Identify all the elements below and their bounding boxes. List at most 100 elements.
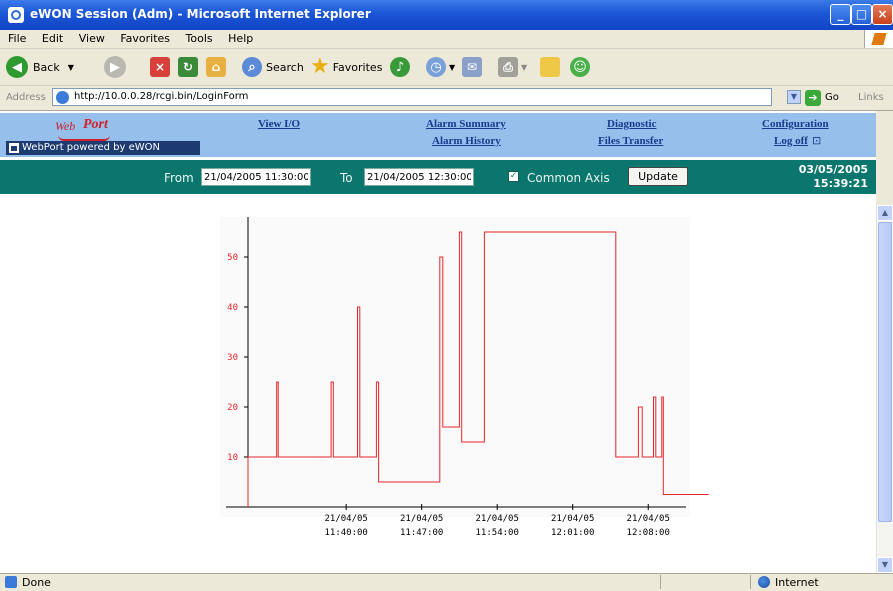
back-dropdown-icon[interactable]: ▼ [68,63,74,72]
refresh-button[interactable]: ↻ [178,55,198,79]
mail-button[interactable]: ✉ [462,55,482,79]
menu-help[interactable]: Help [228,30,253,48]
messenger-icon: ☺ [570,57,590,77]
go-button[interactable]: Go [825,92,839,103]
nav-configuration[interactable]: Configuration [762,118,829,130]
scroll-down-icon[interactable]: ▼ [877,557,893,573]
windows-logo-icon [864,30,893,48]
to-input[interactable] [364,168,474,186]
y-tick-label: 40 [227,303,238,313]
minimize-button[interactable]: _ [830,4,851,25]
history-icon: ◷ [426,57,446,77]
history-chart: 10 20 30 40 50 21/04/05 11:40:00 21/04/05 11:47… [220,217,709,538]
history-button[interactable]: ◷ ▼ [426,55,455,79]
close-button[interactable]: × [872,4,893,25]
links-button[interactable]: Links [858,92,884,103]
status-separator [660,575,661,589]
x-tick-time-label: 12:01:00 [551,528,594,538]
ie-app-icon [8,7,24,23]
common-axis-label: Common Axis [527,171,610,185]
home-icon [9,143,19,153]
menu-edit[interactable]: Edit [42,30,63,48]
x-tick-time-label: 11:40:00 [324,528,367,538]
print-button[interactable]: ⎙ ▼ [498,55,527,79]
common-axis-checkbox[interactable]: ✓ [508,171,519,182]
back-arrow-icon: ◀ [6,56,28,78]
update-button[interactable]: Update [628,167,688,186]
favorites-label: Favorites [332,60,383,74]
current-time: 15:39:21 [813,177,868,190]
back-button[interactable]: ◀ Back ▼ [6,55,74,79]
powered-by-text: WebPort powered by eWON [22,142,161,153]
status-separator [750,575,751,589]
security-zone: Internet [775,576,819,589]
nav-files-transfer[interactable]: Files Transfer [598,135,663,147]
history-filter-bar: From To ✓ Common Axis Update 03/05/2005 … [0,160,876,194]
x-tick-date-label: 21/04/05 [400,514,443,524]
from-label: From [164,171,194,185]
to-label: To [340,171,353,185]
stop-button[interactable]: × [150,55,170,79]
y-tick-label: 50 [227,253,238,263]
x-tick-date-label: 21/04/05 [551,514,594,524]
stop-icon: × [150,57,170,77]
back-label: Back [33,60,60,74]
menu-favorites[interactable]: Favorites [120,30,170,48]
from-input[interactable] [201,168,311,186]
page-done-icon [5,576,17,588]
x-tick-date-label: 21/04/05 [324,514,367,524]
powered-by-link[interactable]: WebPort powered by eWON [6,141,200,155]
nav-view-io[interactable]: View I/O [258,118,300,130]
home-button[interactable]: ⌂ [206,55,226,79]
menu-view[interactable]: View [79,30,105,48]
webport-nav: Web Port WebPort powered by eWON View I/… [0,113,876,157]
nav-log-off[interactable]: Log off [774,135,808,147]
maximize-button[interactable]: □ [851,4,872,25]
print-icon: ⎙ [498,57,518,77]
nav-alarm-summary[interactable]: Alarm Summary [426,118,506,130]
menu-file[interactable]: File [8,30,26,48]
scroll-thumb[interactable] [878,222,892,522]
page-scrollbar[interactable]: ▲ ▼ [876,205,893,573]
media-button[interactable]: ♪ [390,55,410,79]
status-text: Done [22,576,51,589]
messenger-button[interactable]: ☺ [570,55,590,79]
address-label: Address [6,92,46,103]
y-tick-label: 10 [227,453,238,463]
media-icon: ♪ [390,57,410,77]
forward-button[interactable]: ▶ [104,55,126,79]
x-tick-time-label: 11:47:00 [400,528,443,538]
history-dropdown-icon[interactable]: ▼ [449,63,455,72]
address-dropdown-icon[interactable]: ▼ [787,90,801,104]
scroll-up-icon[interactable]: ▲ [877,205,893,221]
print-dropdown-icon[interactable]: ▼ [521,63,527,72]
lock-icon: ⊡ [812,134,822,147]
nav-alarm-history[interactable]: Alarm History [432,135,501,147]
page-icon [56,91,69,104]
status-bar: Done Internet [0,573,893,591]
window-title-bar: eWON Session (Adm) - Microsoft Internet … [0,0,893,30]
x-tick-date-label: 21/04/05 [627,514,670,524]
plot-area [220,217,690,517]
menu-tools[interactable]: Tools [186,30,213,48]
star-icon: ★ [310,54,330,79]
y-tick-label: 20 [227,403,238,413]
menu-bar: File Edit View Favorites Tools Help [0,30,893,49]
current-datetime: 03/05/2005 15:39:21 [799,163,868,191]
forward-arrow-icon: ▶ [104,56,126,78]
favorites-button[interactable]: ★ Favorites [310,55,382,79]
search-icon: ⌕ [242,57,262,77]
folder-button[interactable] [540,55,560,79]
home-icon: ⌂ [206,57,226,77]
address-url: http://10.0.0.28/rcgi.bin/LoginForm [74,91,249,102]
x-tick-date-label: 21/04/05 [476,514,519,524]
nav-diagnostic[interactable]: Diagnostic [607,118,657,130]
mail-icon: ✉ [462,57,482,77]
internet-globe-icon [758,576,770,588]
window-title: eWON Session (Adm) - Microsoft Internet … [30,7,371,21]
x-tick-time-label: 12:08:00 [627,528,670,538]
search-button[interactable]: ⌕ Search [242,55,304,79]
address-input[interactable]: http://10.0.0.28/rcgi.bin/LoginForm [52,88,772,106]
go-arrow-icon[interactable]: ➔ [805,90,821,106]
browser-toolbar: ◀ Back ▼ ▶ × ↻ ⌂ ⌕ Search ★ Favorites ♪ … [0,49,893,86]
